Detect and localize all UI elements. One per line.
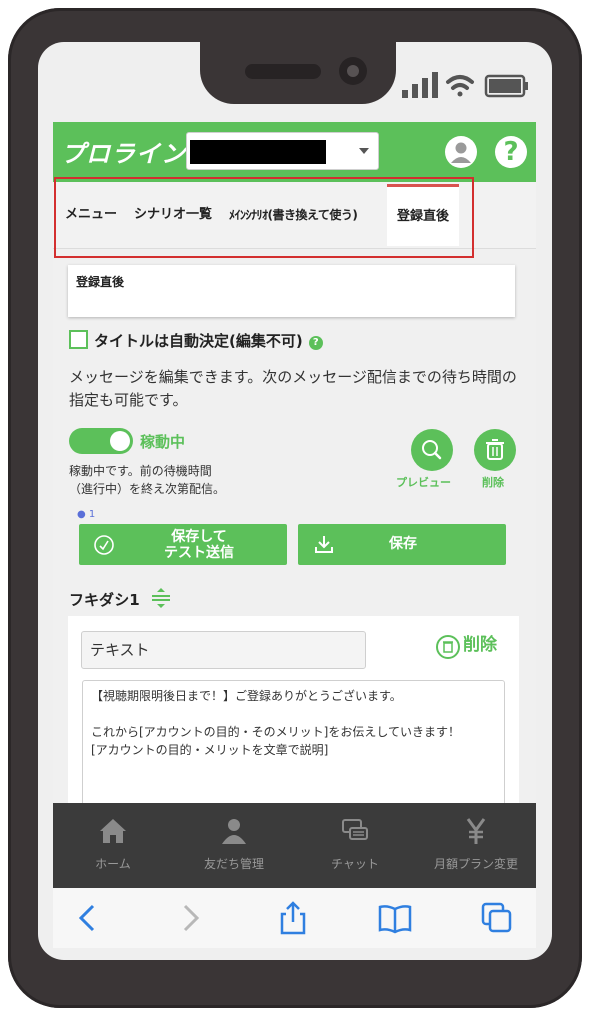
wifi-icon <box>446 75 474 97</box>
search-icon <box>422 440 442 460</box>
bubble-type-select[interactable]: テキスト <box>81 631 366 669</box>
reorder-icon[interactable] <box>149 586 173 610</box>
description-text: メッセージを編集できます。次のメッセージ配信までの待ち時間の指定も可能です。 <box>69 368 517 409</box>
message-line: これから[アカウントの目的・そのメリット]をお伝えしていきます！ <box>91 725 461 739</box>
bottom-nav: ホーム 友だち管理 チャット 月額プラン変更 <box>53 803 536 888</box>
help-circle-icon[interactable]: ? <box>308 336 323 350</box>
share-icon[interactable] <box>275 900 311 936</box>
home-icon <box>100 819 126 843</box>
save-button[interactable]: 保存 <box>298 524 506 565</box>
preview-button[interactable] <box>411 429 453 471</box>
chat-icon <box>342 819 368 840</box>
camera <box>339 57 367 85</box>
message-line: 【視聴期限明後日まで！】ご登録ありがとうございます。 <box>91 689 402 703</box>
nav-chat-label: チャット <box>331 857 379 871</box>
app-header: プロライン ? <box>53 122 536 182</box>
user-count: ● 1 <box>77 509 95 520</box>
save-test-line: テスト送信 <box>164 545 234 561</box>
bubble-delete-label: 削除 <box>463 635 497 655</box>
auto-title-label: タイトルは自動決定(編集不可) <box>94 332 303 350</box>
bookmarks-icon[interactable] <box>377 900 413 936</box>
back-icon[interactable] <box>71 900 107 936</box>
tab-highlight-annotation <box>54 177 474 258</box>
active-toggle[interactable] <box>69 428 133 454</box>
tabs-icon[interactable] <box>479 900 515 936</box>
yen-icon <box>466 818 486 844</box>
status-note-line: 稼動中です。前の待機時間 <box>69 464 212 478</box>
send-compass-icon <box>94 535 114 555</box>
nav-chat[interactable]: チャット <box>295 803 415 888</box>
app-logo: プロライン <box>61 140 186 168</box>
save-and-test-button[interactable]: 保存して テスト送信 <box>79 524 287 565</box>
preview-label[interactable]: プレビュー <box>396 474 451 490</box>
bubble-title-text: フキダシ1 <box>69 591 140 609</box>
battery-icon <box>484 74 528 98</box>
message-line <box>91 705 496 723</box>
account-select[interactable] <box>186 132 379 170</box>
chevron-down-icon <box>359 148 369 154</box>
redacted-account-name <box>190 140 326 164</box>
trash-icon <box>486 439 504 460</box>
help-icon[interactable]: ? <box>495 136 527 168</box>
status-note: 稼動中です。前の待機時間 （進行中）を終え次第配信。 <box>69 462 225 498</box>
save-label: 保存 <box>389 536 417 552</box>
trash-icon <box>436 635 460 659</box>
user-icon[interactable] <box>445 136 477 168</box>
download-icon <box>315 536 333 553</box>
auto-title-row[interactable]: タイトルは自動決定(編集不可)? <box>69 330 323 351</box>
person-icon: ● <box>77 509 86 520</box>
bubble-title: フキダシ1 <box>69 586 173 610</box>
title-field-value: 登録直後 <box>76 275 125 289</box>
forward-icon[interactable] <box>171 900 207 936</box>
browser-toolbar <box>53 888 536 948</box>
title-field[interactable]: 登録直後 <box>68 265 515 317</box>
toggle-label: 稼動中 <box>140 433 186 451</box>
delete-round-label[interactable]: 削除 <box>482 474 504 490</box>
users-icon <box>222 819 246 844</box>
save-test-line: 保存して <box>171 529 227 545</box>
user-count-value: 1 <box>88 509 96 520</box>
message-line: [アカウントの目的・メリットを文章で説明] <box>91 743 329 757</box>
bubble-delete-button[interactable]: 削除 <box>436 630 497 659</box>
nav-friends-label: 友だち管理 <box>203 857 264 871</box>
nav-plan[interactable]: 月額プラン変更 <box>416 803 536 888</box>
status-note-line: （進行中）を終え次第配信。 <box>69 482 226 496</box>
nav-home[interactable]: ホーム <box>53 803 173 888</box>
delete-round-button[interactable] <box>474 429 516 471</box>
status-bar <box>402 72 528 98</box>
speaker <box>245 64 321 79</box>
signal-icon <box>402 72 438 98</box>
nav-friends[interactable]: 友だち管理 <box>174 803 294 888</box>
nav-home-label: ホーム <box>95 857 131 871</box>
auto-title-checkbox[interactable] <box>69 330 88 349</box>
nav-plan-label: 月額プラン変更 <box>433 857 518 871</box>
